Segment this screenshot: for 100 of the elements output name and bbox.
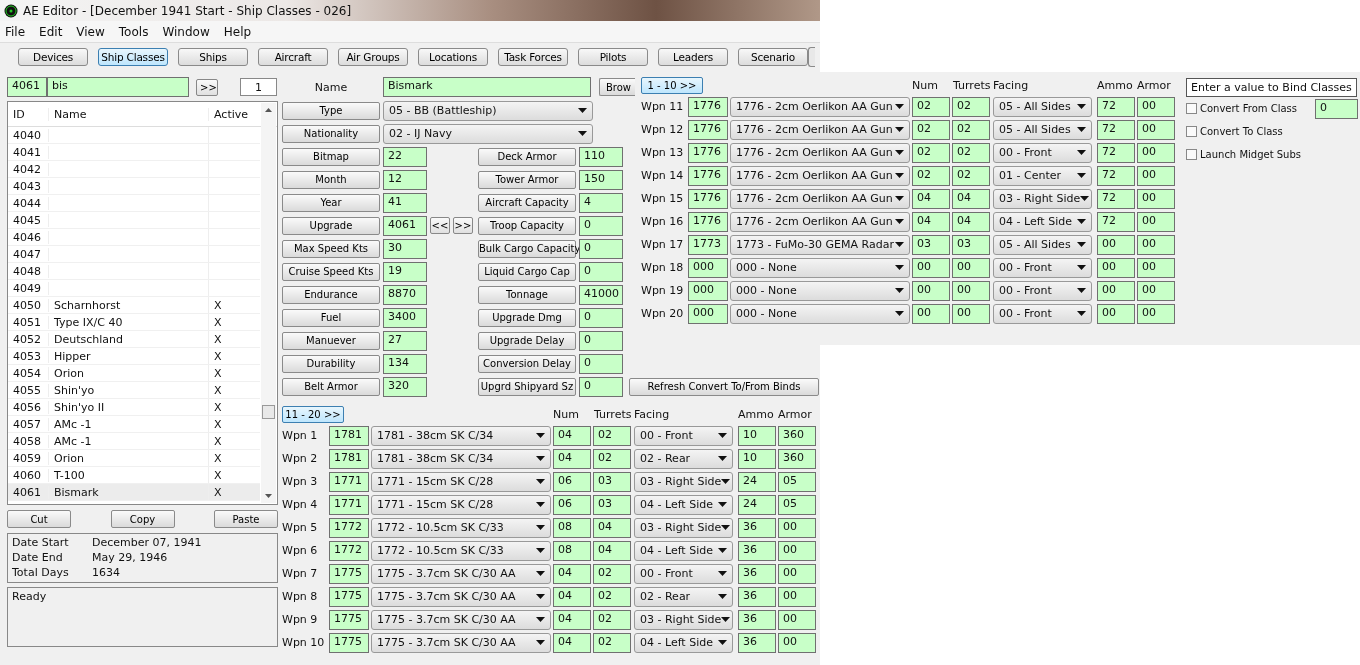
num-field[interactable]: 04: [553, 563, 591, 584]
armor-field[interactable]: 00: [1137, 142, 1175, 163]
id-field[interactable]: 1781: [329, 448, 369, 469]
scroll-down-icon[interactable]: [265, 494, 272, 498]
value-field[interactable]: 0: [579, 330, 623, 351]
device-dropdown[interactable]: 1776 - 2cm Oerlikon AA Gun: [730, 165, 910, 186]
turrets-field[interactable]: 00: [952, 303, 990, 324]
ammo-field[interactable]: 72: [1097, 142, 1135, 163]
field-button[interactable]: Tower Armor: [478, 170, 576, 189]
turrets-field[interactable]: 02: [952, 165, 990, 186]
device-dropdown[interactable]: 1772 - 10.5cm SK C/33: [371, 517, 551, 538]
device-dropdown[interactable]: 1775 - 3.7cm SK C/30 AA: [371, 609, 551, 630]
armor-field[interactable]: 00: [778, 609, 816, 630]
menu-item[interactable]: Tools: [118, 24, 149, 39]
search-button[interactable]: >>: [196, 78, 218, 96]
scroll-up-icon[interactable]: [265, 108, 272, 112]
facing-dropdown[interactable]: 04 - Left Side: [634, 632, 733, 653]
facing-dropdown[interactable]: 03 - Right Side: [993, 188, 1092, 209]
field-button[interactable]: Durability: [282, 354, 380, 373]
list-row[interactable]: 4061 Bismark X: [8, 484, 260, 501]
field-button[interactable]: Fuel: [282, 308, 380, 327]
armor-field[interactable]: 05: [778, 471, 816, 492]
toolbar-tab[interactable]: Pilots: [578, 48, 648, 66]
name-field[interactable]: Bismark: [383, 77, 591, 97]
id-field[interactable]: 000: [688, 303, 728, 324]
list-row[interactable]: 4052 Deutschland X: [8, 331, 260, 348]
device-dropdown[interactable]: 000 - None: [730, 257, 910, 278]
value-field[interactable]: 4061: [383, 215, 427, 236]
device-dropdown[interactable]: 1781 - 38cm SK C/34: [371, 448, 551, 469]
armor-field[interactable]: 00: [1137, 280, 1175, 301]
ammo-field[interactable]: 24: [738, 471, 776, 492]
ammo-field[interactable]: 00: [1097, 234, 1135, 255]
num-field[interactable]: 02: [912, 142, 950, 163]
page-button[interactable]: 1 - 10 >>: [641, 76, 703, 94]
id-field[interactable]: 1776: [688, 96, 728, 117]
num-field[interactable]: 02: [912, 119, 950, 140]
num-field[interactable]: 02: [912, 96, 950, 117]
value-field[interactable]: 0: [579, 238, 623, 259]
value-field[interactable]: 320: [383, 376, 427, 397]
num-field[interactable]: 06: [553, 494, 591, 515]
num-field[interactable]: 04: [553, 425, 591, 446]
device-dropdown[interactable]: 1772 - 10.5cm SK C/33: [371, 540, 551, 561]
turrets-field[interactable]: 04: [952, 188, 990, 209]
facing-dropdown[interactable]: 05 - All Sides: [993, 96, 1092, 117]
facing-dropdown[interactable]: 00 - Front: [993, 303, 1092, 324]
toolbar-tab[interactable]: Ships: [178, 48, 248, 66]
turrets-field[interactable]: 02: [593, 425, 631, 446]
num-field[interactable]: 00: [912, 257, 950, 278]
turrets-field[interactable]: 02: [952, 142, 990, 163]
turrets-field[interactable]: 02: [593, 448, 631, 469]
ammo-field[interactable]: 36: [738, 517, 776, 538]
field-button[interactable]: Nationality: [282, 124, 380, 143]
num-field[interactable]: 04: [553, 586, 591, 607]
value-field[interactable]: 134: [383, 353, 427, 374]
facing-dropdown[interactable]: 01 - Center: [993, 165, 1092, 186]
turrets-field[interactable]: 04: [593, 540, 631, 561]
facing-dropdown[interactable]: 02 - Rear: [634, 586, 733, 607]
scroll-thumb[interactable]: [262, 405, 275, 419]
device-dropdown[interactable]: 1776 - 2cm Oerlikon AA Gun: [730, 188, 910, 209]
device-dropdown[interactable]: 1771 - 15cm SK C/28: [371, 494, 551, 515]
value-field[interactable]: 41000: [579, 284, 623, 305]
page-button[interactable]: 11 - 20 >>: [282, 405, 344, 423]
armor-field[interactable]: 00: [778, 540, 816, 561]
device-dropdown[interactable]: 1775 - 3.7cm SK C/30 AA: [371, 563, 551, 584]
toolbar-tab[interactable]: Aircraft: [258, 48, 328, 66]
edit-button[interactable]: Copy: [110, 510, 175, 528]
num-field[interactable]: 04: [553, 632, 591, 653]
num-field[interactable]: 06: [553, 471, 591, 492]
turrets-field[interactable]: 02: [593, 632, 631, 653]
device-dropdown[interactable]: 1781 - 38cm SK C/34: [371, 425, 551, 446]
device-dropdown[interactable]: 1776 - 2cm Oerlikon AA Gun: [730, 142, 910, 163]
ammo-field[interactable]: 72: [1097, 96, 1135, 117]
menu-item[interactable]: File: [5, 24, 26, 39]
list-row[interactable]: 4042: [8, 161, 260, 178]
refresh-button[interactable]: Refresh Convert To/From Binds: [629, 377, 819, 396]
device-dropdown[interactable]: 1775 - 3.7cm SK C/30 AA: [371, 586, 551, 607]
num-field[interactable]: 04: [912, 211, 950, 232]
num-field[interactable]: 08: [553, 517, 591, 538]
nationality-dropdown[interactable]: 02 - IJ Navy: [383, 123, 593, 144]
id-field[interactable]: 1775: [329, 609, 369, 630]
ammo-field[interactable]: 00: [1097, 280, 1135, 301]
type-dropdown[interactable]: 05 - BB (Battleship): [383, 100, 593, 121]
armor-field[interactable]: 00: [1137, 257, 1175, 278]
list-row[interactable]: 4044: [8, 195, 260, 212]
value-field[interactable]: 4: [579, 192, 623, 213]
id-field[interactable]: 1772: [329, 540, 369, 561]
value-field[interactable]: 150: [579, 169, 623, 190]
facing-dropdown[interactable]: 00 - Front: [634, 425, 733, 446]
value-field[interactable]: 0: [579, 307, 623, 328]
value-field[interactable]: 0: [579, 215, 623, 236]
num-field[interactable]: 04: [553, 448, 591, 469]
value-field[interactable]: 30: [383, 238, 427, 259]
facing-dropdown[interactable]: 04 - Left Side: [634, 540, 733, 561]
field-button[interactable]: Manuever: [282, 331, 380, 350]
armor-field[interactable]: 00: [778, 586, 816, 607]
device-dropdown[interactable]: 1775 - 3.7cm SK C/30 AA: [371, 632, 551, 653]
num-field[interactable]: 02: [912, 165, 950, 186]
armor-field[interactable]: 00: [1137, 165, 1175, 186]
field-button[interactable]: Cruise Speed Kts: [282, 262, 380, 281]
field-button[interactable]: Belt Armor: [282, 377, 380, 396]
